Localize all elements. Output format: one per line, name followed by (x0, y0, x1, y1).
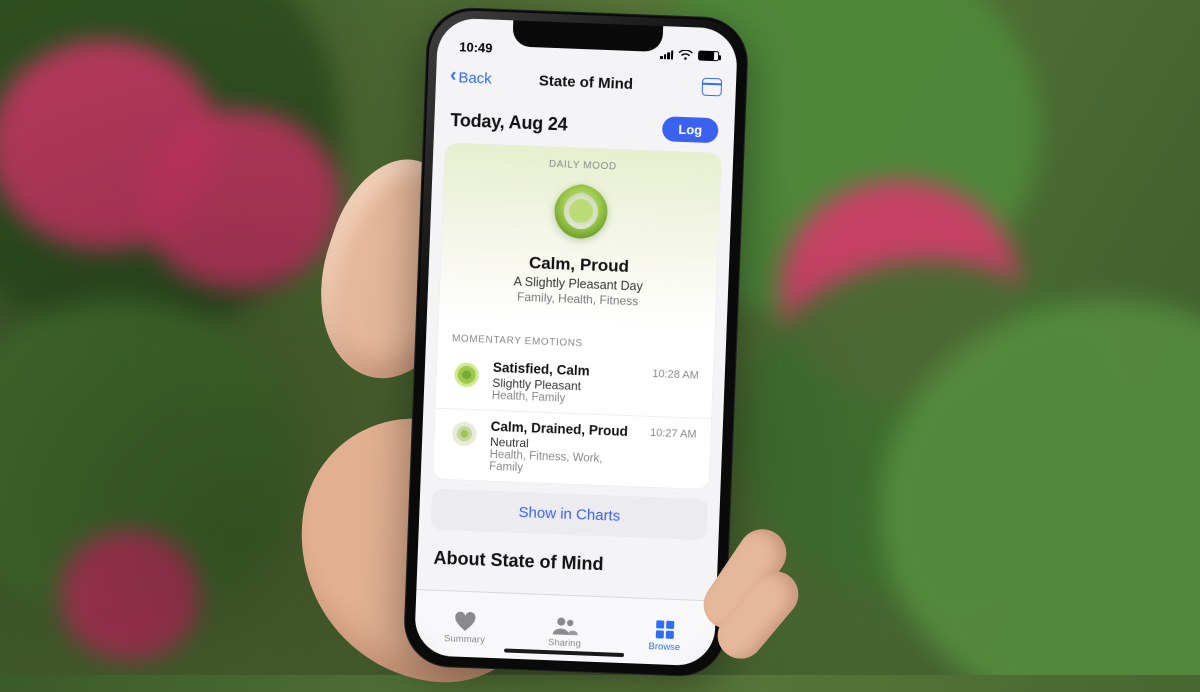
grid-icon (655, 618, 676, 641)
cellular-icon (660, 49, 673, 59)
people-icon (552, 614, 579, 637)
log-button[interactable]: Log (662, 116, 719, 143)
mood-flower-icon (448, 417, 481, 450)
mood-flower-icon (450, 358, 483, 391)
momentary-entry[interactable]: Calm, Drained, Proud Neutral Health, Fit… (433, 408, 712, 490)
back-button[interactable]: ‹ Back (450, 68, 492, 87)
iphone-device: 10:49 ‹ Back State of Mind Tod (402, 6, 749, 678)
back-label: Back (458, 69, 492, 87)
momentary-entry[interactable]: Satisfied, Calm Slightly Pleasant Health… (435, 350, 713, 419)
tab-bar: Summary Sharing Browse (414, 589, 716, 666)
content-area: Today, Aug 24 Log DAILY MOOD (417, 93, 735, 580)
entry-tags: Health, Fitness, Work, Family (489, 449, 639, 479)
tab-label: Browse (648, 641, 680, 653)
heart-icon (454, 610, 477, 633)
mood-flower-icon (547, 178, 615, 246)
entry-time: 10:27 AM (650, 425, 697, 441)
status-time: 10:49 (459, 39, 493, 55)
tab-browse[interactable]: Browse (614, 598, 716, 667)
tab-label: Summary (444, 633, 485, 646)
tab-label: Sharing (548, 637, 581, 649)
tab-summary[interactable]: Summary (414, 590, 516, 659)
entry-time: 10:28 AM (652, 366, 699, 382)
battery-icon (698, 50, 719, 61)
date-heading: Today, Aug 24 (450, 110, 568, 135)
daily-mood-card[interactable]: DAILY MOOD (433, 143, 722, 490)
calendar-button[interactable] (702, 78, 723, 97)
screen: 10:49 ‹ Back State of Mind Tod (414, 17, 738, 666)
wifi-icon (678, 49, 693, 61)
